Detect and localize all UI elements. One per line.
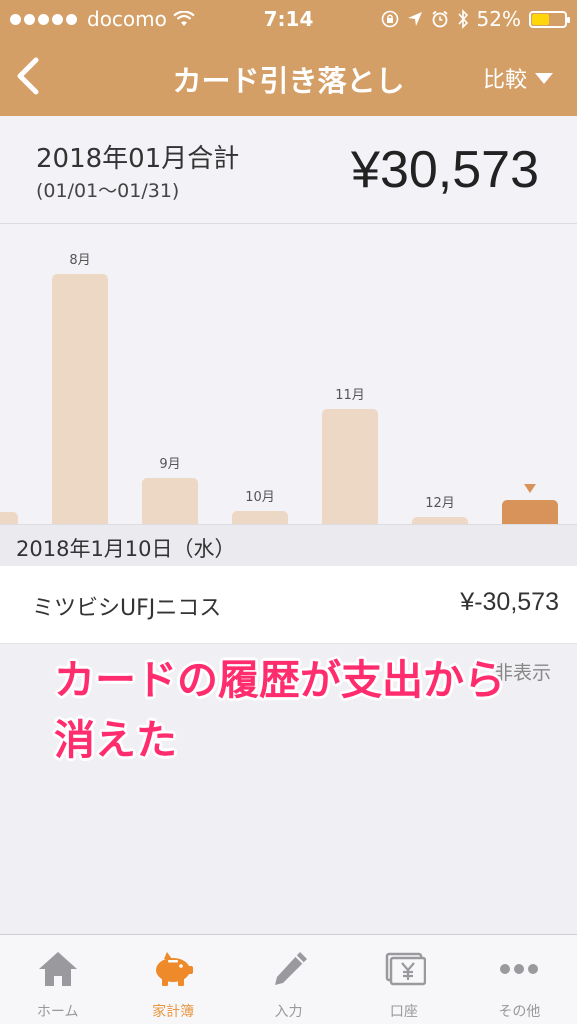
chart-bar[interactable] xyxy=(52,274,108,524)
chart-bar[interactable] xyxy=(232,511,288,524)
monthly-summary: 2018年01月合計 (01/01〜01/31) ¥30,573 xyxy=(0,116,577,224)
selected-marker-icon xyxy=(524,484,536,493)
compare-label: 比較 xyxy=(482,68,527,93)
chart-bar[interactable] xyxy=(142,478,198,524)
chart-bar[interactable] xyxy=(502,500,558,524)
location-icon xyxy=(407,12,422,26)
summary-label: 2018年01月合計 xyxy=(36,144,240,174)
chart-tick-label: 8月 xyxy=(69,253,90,268)
chart-bar[interactable] xyxy=(412,517,468,524)
yen-account-icon xyxy=(385,952,426,986)
summary-range: (01/01〜01/31) xyxy=(36,180,180,202)
chart-tick-label: 11月 xyxy=(335,388,365,403)
monthly-bar-chart[interactable]: 8月 9月 10月 11月 12月 xyxy=(0,224,577,524)
tab-accounts-label: 口座 xyxy=(389,1004,418,1020)
battery-percent: 52% xyxy=(476,7,521,31)
tab-household-book-label: 家計簿 xyxy=(152,1004,195,1020)
tab-household-book[interactable]: 家計簿 xyxy=(115,935,230,1024)
battery-icon xyxy=(529,10,570,28)
tab-input-label: 入力 xyxy=(274,1004,303,1020)
tab-home-label: ホーム xyxy=(36,1004,79,1020)
tab-bar: ホーム 家計簿 入力 口座 その他 xyxy=(0,934,577,1024)
chart-tick-label: 9月 xyxy=(159,457,180,472)
caret-down-icon xyxy=(535,72,553,84)
annotation-text: カードの履歴が支出から消えた xyxy=(54,656,505,764)
date-header-label: 2018年1月10日（水） xyxy=(16,537,236,561)
tab-input[interactable]: 入力 xyxy=(231,935,346,1024)
date-header: 2018年1月10日（水） xyxy=(0,524,577,566)
summary-total: ¥30,573 xyxy=(351,141,539,199)
tab-home[interactable]: ホーム xyxy=(0,935,115,1024)
chart-tick-label: 10月 xyxy=(245,490,275,505)
home-icon xyxy=(38,952,77,986)
nav-bar: カード引き落とし 比較 xyxy=(0,38,577,116)
status-right: 52% xyxy=(381,7,570,31)
transaction-row[interactable]: ミツビシUFJニコス ¥-30,573 xyxy=(0,566,577,644)
rotation-lock-icon xyxy=(381,10,398,28)
bar-chart-svg: 8月 9月 10月 11月 12月 xyxy=(0,253,558,524)
more-icon xyxy=(500,964,539,974)
tab-accounts[interactable]: 口座 xyxy=(346,935,461,1024)
chart-bar[interactable] xyxy=(0,512,18,524)
tab-more[interactable]: その他 xyxy=(462,935,577,1024)
compare-button[interactable]: 比較 xyxy=(483,62,553,94)
bluetooth-icon xyxy=(457,9,468,29)
transaction-name: ミツビシUFJニコス xyxy=(32,596,222,621)
piggy-bank-icon xyxy=(156,952,194,986)
chart-tick-label: 12月 xyxy=(425,496,455,511)
chart-bar[interactable] xyxy=(322,409,378,524)
transaction-amount: ¥-30,573 xyxy=(460,588,559,616)
alarm-icon xyxy=(431,10,448,28)
status-bar: docomo 7:14 52% xyxy=(0,0,577,38)
tab-more-label: その他 xyxy=(498,1004,541,1020)
pencil-icon xyxy=(274,952,307,985)
